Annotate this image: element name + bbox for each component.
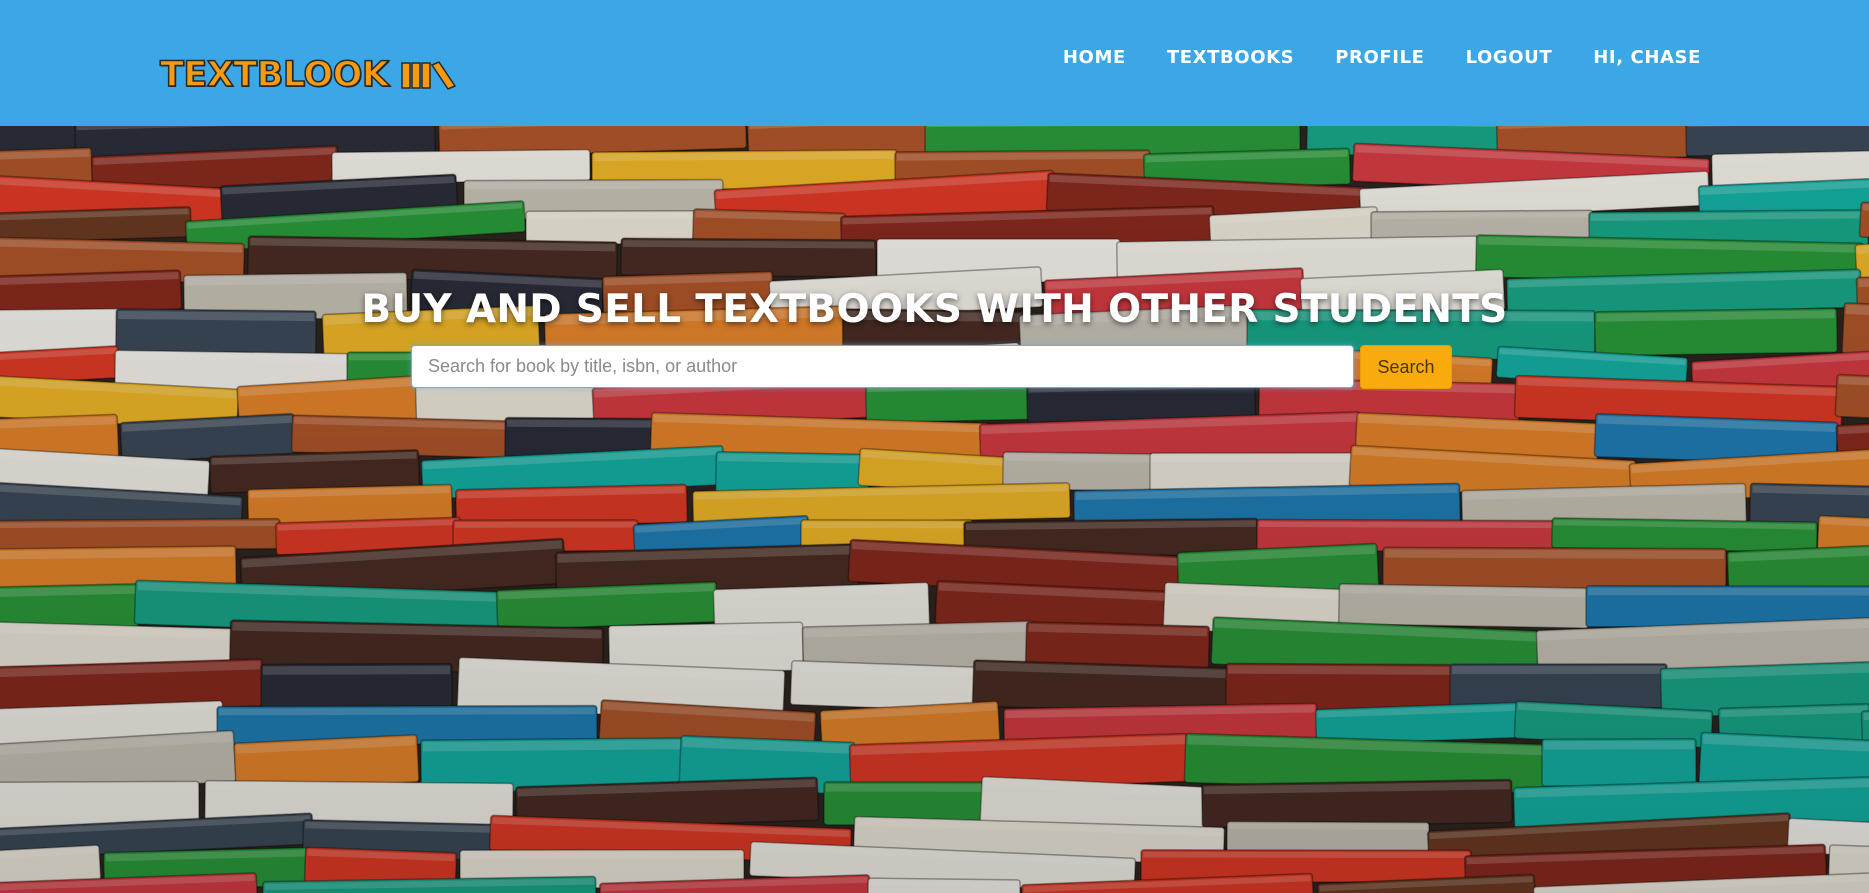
nav-logout[interactable]: LOGOUT xyxy=(1466,47,1553,68)
nav-home[interactable]: HOME xyxy=(1063,47,1126,68)
search-input[interactable] xyxy=(411,345,1354,388)
nav-textbooks[interactable]: TEXTBOOKS xyxy=(1167,47,1294,68)
main-nav: HOME TEXTBOOKS PROFILE LOGOUT HI, CHASE xyxy=(1063,47,1701,68)
books-on-shelf-icon xyxy=(400,60,457,90)
hero-section: BUY AND SELL TEXTBOOKS WITH OTHER STUDEN… xyxy=(0,126,1869,893)
hero-overlay xyxy=(0,126,1869,893)
navbar: TEXTBLOOK HOME TEXTBOOKS PROFILE LOGOUT … xyxy=(0,0,1869,126)
nav-user-greeting[interactable]: HI, CHASE xyxy=(1593,47,1701,68)
search-button[interactable]: Search xyxy=(1360,345,1452,389)
brand-name: TEXTBLOOK xyxy=(159,54,390,96)
hero-headline: BUY AND SELL TEXTBOOKS WITH OTHER STUDEN… xyxy=(361,287,1508,332)
brand-logo-link[interactable]: TEXTBLOOK xyxy=(159,54,457,96)
nav-profile[interactable]: PROFILE xyxy=(1335,47,1424,68)
